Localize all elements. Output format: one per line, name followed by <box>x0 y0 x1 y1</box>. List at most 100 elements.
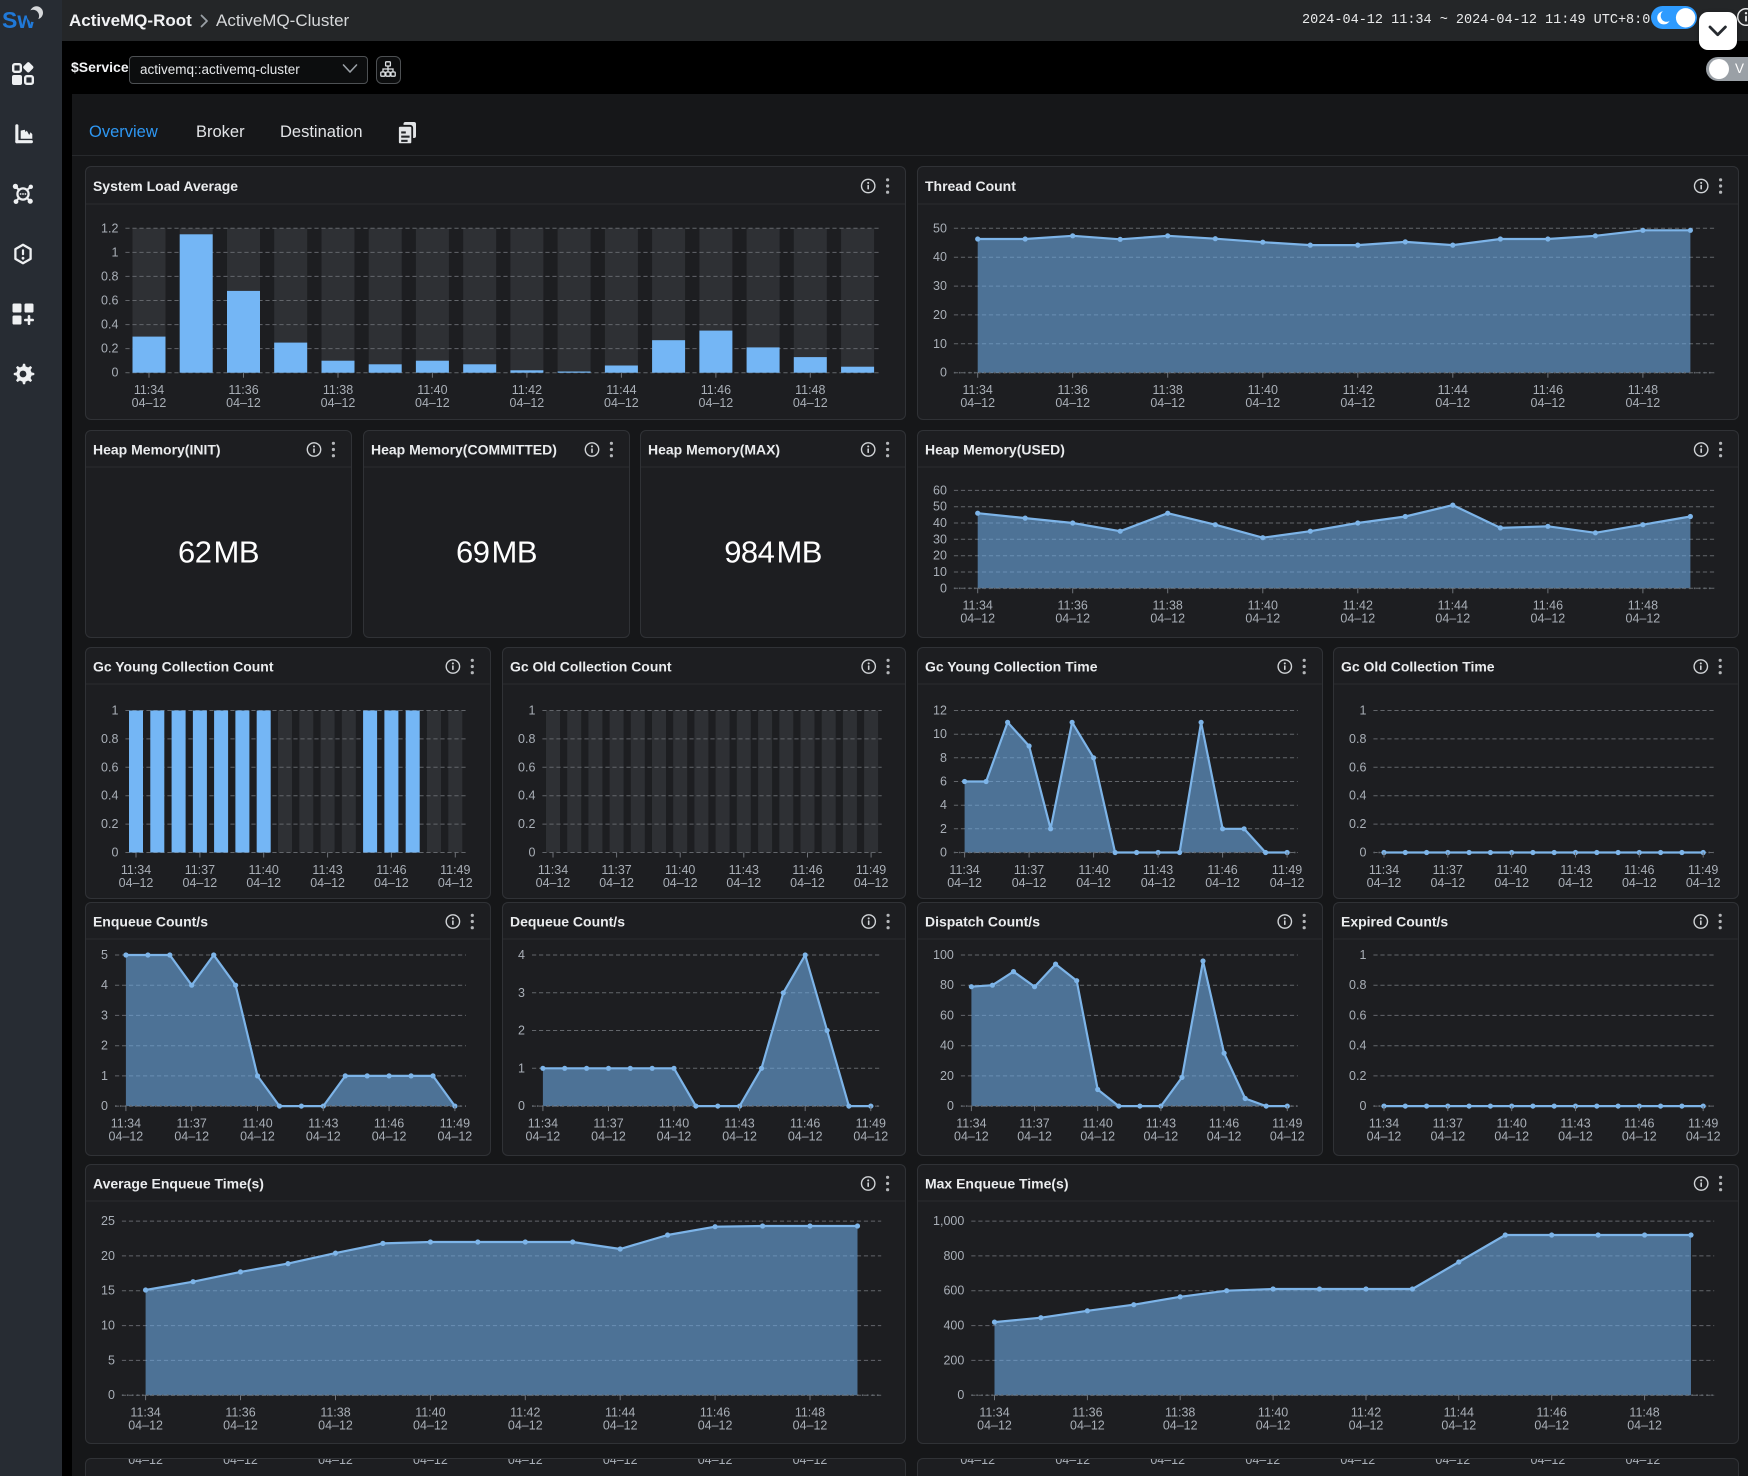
svg-text:04–12: 04–12 <box>1055 1459 1090 1467</box>
svg-text:04–12: 04–12 <box>128 1418 163 1432</box>
svg-text:0.4: 0.4 <box>518 789 535 803</box>
svg-text:11:40: 11:40 <box>665 863 695 877</box>
svg-text:11:40: 11:40 <box>249 863 279 877</box>
svg-text:30: 30 <box>933 279 947 293</box>
svg-text:5: 5 <box>108 1353 115 1367</box>
svg-text:11:42: 11:42 <box>1342 599 1372 613</box>
svg-text:11:38: 11:38 <box>1165 1405 1195 1419</box>
svg-text:04–12: 04–12 <box>793 1418 828 1432</box>
svg-text:04–12: 04–12 <box>132 396 167 410</box>
svg-text:11:37: 11:37 <box>1014 863 1044 877</box>
svg-text:11:34: 11:34 <box>537 863 567 877</box>
svg-text:04–12: 04–12 <box>1530 1459 1565 1467</box>
svg-text:04–12: 04–12 <box>223 1459 258 1467</box>
svg-text:11:48: 11:48 <box>1629 1405 1659 1419</box>
svg-text:0.2: 0.2 <box>101 817 118 831</box>
svg-text:0.6: 0.6 <box>518 760 535 774</box>
svg-text:04–12: 04–12 <box>240 1129 275 1143</box>
svg-text:04–12: 04–12 <box>321 396 356 410</box>
svg-text:11:36: 11:36 <box>1072 1405 1102 1419</box>
svg-text:04–12: 04–12 <box>603 1459 638 1467</box>
svg-text:Dequeue Count/s: Dequeue Count/s <box>509 914 624 930</box>
svg-text:11:46: 11:46 <box>1209 1116 1239 1130</box>
svg-text:04–12: 04–12 <box>510 396 545 410</box>
svg-text:04–12: 04–12 <box>306 1129 341 1143</box>
svg-text:Gc Young Collection Count: Gc Young Collection Count <box>93 659 274 675</box>
svg-text:04–12: 04–12 <box>1150 396 1185 410</box>
svg-text:11:34: 11:34 <box>1369 1116 1399 1130</box>
svg-text:04–12: 04–12 <box>960 612 995 626</box>
svg-text:04–12: 04–12 <box>977 1418 1012 1432</box>
svg-text:04–12: 04–12 <box>1622 1129 1657 1143</box>
svg-text:0: 0 <box>1360 1099 1367 1113</box>
svg-text:04–12: 04–12 <box>1076 876 1111 890</box>
svg-text:0: 0 <box>518 1099 525 1113</box>
svg-text:04–12: 04–12 <box>223 1418 258 1432</box>
svg-text:11:40: 11:40 <box>658 1116 688 1130</box>
svg-text:11:46: 11:46 <box>1624 1116 1654 1130</box>
svg-text:0.6: 0.6 <box>101 760 118 774</box>
svg-text:100: 100 <box>933 948 954 962</box>
svg-text:11:38: 11:38 <box>320 1405 350 1419</box>
svg-text:04–12: 04–12 <box>1530 612 1565 626</box>
svg-text:800: 800 <box>943 1248 964 1262</box>
svg-text:04–12: 04–12 <box>1017 1129 1052 1143</box>
svg-text:11:46: 11:46 <box>374 1116 404 1130</box>
svg-text:11:34: 11:34 <box>962 383 992 397</box>
svg-text:11:40: 11:40 <box>242 1116 272 1130</box>
svg-text:11:44: 11:44 <box>606 383 636 397</box>
svg-text:3: 3 <box>518 986 525 1000</box>
svg-text:04–12: 04–12 <box>415 396 450 410</box>
svg-text:11:46: 11:46 <box>1533 599 1563 613</box>
svg-text:50: 50 <box>933 500 947 514</box>
svg-text:11:49: 11:49 <box>1272 1116 1302 1130</box>
svg-text:11:40: 11:40 <box>1082 1116 1112 1130</box>
svg-text:1: 1 <box>111 245 118 259</box>
svg-text:04–12: 04–12 <box>1245 396 1280 410</box>
svg-text:04–12: 04–12 <box>1686 1129 1721 1143</box>
svg-text:200: 200 <box>943 1353 964 1367</box>
svg-text:11:37: 11:37 <box>601 863 631 877</box>
svg-text:11:43: 11:43 <box>312 863 342 877</box>
svg-text:04–12: 04–12 <box>1270 1129 1305 1143</box>
svg-text:04–12: 04–12 <box>603 1418 638 1432</box>
svg-text:04–12: 04–12 <box>722 1129 757 1143</box>
svg-text:04–12: 04–12 <box>1495 876 1530 890</box>
svg-text:11:44: 11:44 <box>1437 599 1467 613</box>
svg-text:6: 6 <box>940 774 947 788</box>
svg-text:2: 2 <box>940 822 947 836</box>
svg-text:0.6: 0.6 <box>1349 760 1366 774</box>
svg-text:04–12: 04–12 <box>1055 612 1090 626</box>
svg-text:11:40: 11:40 <box>1497 863 1527 877</box>
svg-text:11:40: 11:40 <box>417 383 447 397</box>
svg-text:0: 0 <box>940 845 947 859</box>
svg-text:11:37: 11:37 <box>1433 1116 1463 1130</box>
svg-text:11:43: 11:43 <box>728 863 758 877</box>
svg-text:04–12: 04–12 <box>1012 876 1047 890</box>
svg-text:11:40: 11:40 <box>415 1405 445 1419</box>
svg-text:04–12: 04–12 <box>1340 396 1375 410</box>
svg-text:11:49: 11:49 <box>855 863 885 877</box>
svg-text:4: 4 <box>940 798 947 812</box>
svg-text:20: 20 <box>933 308 947 322</box>
svg-text:10: 10 <box>101 1318 115 1332</box>
svg-text:04–12: 04–12 <box>1534 1418 1569 1432</box>
svg-text:0.6: 0.6 <box>1349 1008 1366 1022</box>
svg-text:1: 1 <box>101 1069 108 1083</box>
svg-text:11:36: 11:36 <box>228 383 258 397</box>
svg-text:11:42: 11:42 <box>1342 383 1372 397</box>
svg-text:Heap Memory(INIT): Heap Memory(INIT) <box>93 442 221 458</box>
svg-text:11:48: 11:48 <box>795 383 825 397</box>
svg-text:04–12: 04–12 <box>1205 876 1240 890</box>
svg-text:04–12: 04–12 <box>1441 1418 1476 1432</box>
svg-text:4: 4 <box>101 978 108 992</box>
svg-text:04–12: 04–12 <box>1558 1129 1593 1143</box>
svg-text:04–12: 04–12 <box>128 1459 163 1467</box>
svg-text:04–12: 04–12 <box>174 1129 209 1143</box>
svg-text:0.2: 0.2 <box>1349 1069 1366 1083</box>
svg-text:0: 0 <box>940 581 947 595</box>
svg-text:11:43: 11:43 <box>1561 1116 1591 1130</box>
svg-text:25: 25 <box>101 1214 115 1228</box>
svg-text:1,000: 1,000 <box>933 1214 964 1228</box>
svg-text:04–12: 04–12 <box>508 1418 543 1432</box>
